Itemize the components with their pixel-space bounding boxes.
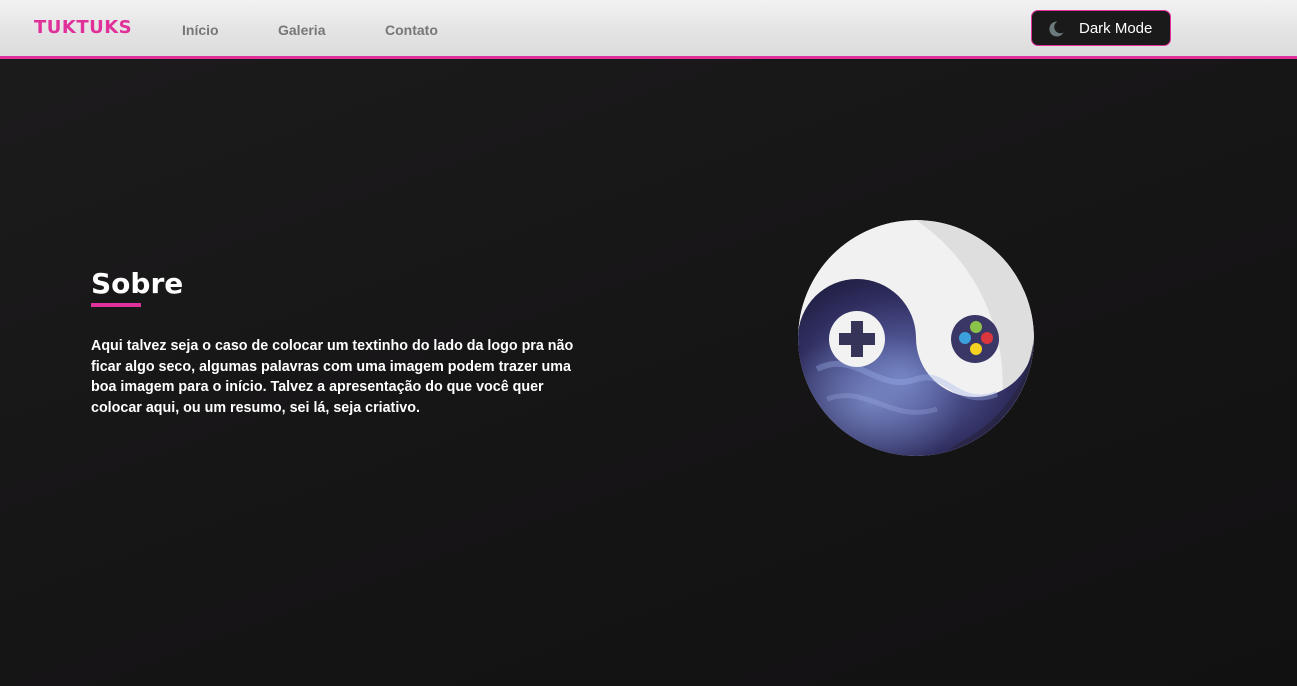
header-accent-line bbox=[0, 56, 1297, 59]
dark-mode-button[interactable]: Dark Mode bbox=[1031, 10, 1171, 46]
section-title: Sobre bbox=[91, 267, 184, 300]
yin-yang-gamepad-logo bbox=[798, 220, 1034, 456]
moon-icon bbox=[1049, 21, 1064, 37]
top-navbar: TUKTUKS Início Galeria Contato Dark Mode bbox=[0, 0, 1297, 56]
about-text: Aqui talvez seja o caso de colocar um te… bbox=[91, 338, 574, 416]
nav-link-inicio[interactable]: Início bbox=[182, 22, 219, 38]
dark-mode-label: Dark Mode bbox=[1079, 20, 1153, 37]
nav-link-contato[interactable]: Contato bbox=[385, 22, 438, 38]
title-underline bbox=[91, 303, 141, 307]
nav-link-galeria[interactable]: Galeria bbox=[278, 22, 325, 38]
site-logo[interactable]: TUKTUKS bbox=[34, 17, 132, 38]
